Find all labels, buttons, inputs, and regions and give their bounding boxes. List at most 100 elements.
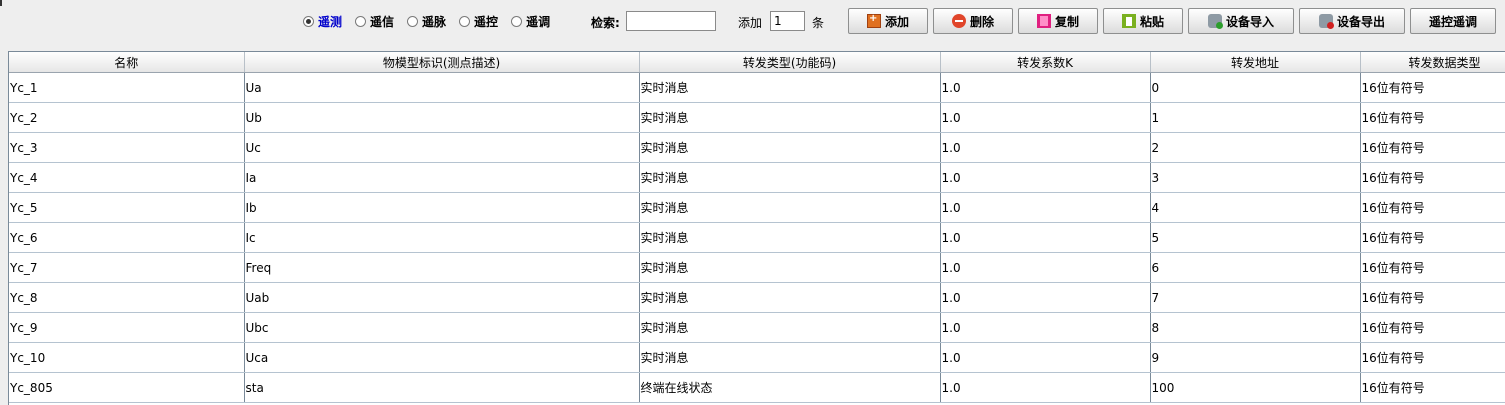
cell-name[interactable]: Yc_805 <box>9 372 245 403</box>
cell-forward-address[interactable]: 2 <box>1150 132 1361 163</box>
cell-forward-coef[interactable]: 1.0 <box>940 252 1151 283</box>
cell-name[interactable]: Yc_7 <box>9 252 245 283</box>
cell-forward-coef[interactable]: 1.0 <box>940 342 1151 373</box>
cell-forward-data-type[interactable]: 16位有符号 <box>1360 252 1505 283</box>
cell-forward-address[interactable]: 9 <box>1150 342 1361 373</box>
cell-forward-coef[interactable]: 1.0 <box>940 372 1151 403</box>
cell-forward-address[interactable]: 100 <box>1150 372 1361 403</box>
cell-forward-type[interactable]: 实时消息 <box>639 342 941 373</box>
cell-forward-data-type[interactable]: 16位有符号 <box>1360 132 1505 163</box>
cell-model-id[interactable]: Ib <box>244 192 640 223</box>
cell-forward-type[interactable]: 实时消息 <box>639 72 941 103</box>
cell-model-id[interactable]: Freq <box>244 252 640 283</box>
radio-telesignal[interactable]: 遥信 <box>355 13 394 30</box>
cell-forward-data-type[interactable]: 16位有符号 <box>1360 72 1505 103</box>
table-row[interactable]: Yc_8 Uab 实时消息 1.0 7 16位有符号 <box>9 282 1505 313</box>
cell-forward-address[interactable]: 5 <box>1150 222 1361 253</box>
column-header-model-id[interactable]: 物模型标识(测点描述) <box>244 52 640 73</box>
cell-forward-coef[interactable]: 1.0 <box>940 192 1151 223</box>
table-row[interactable]: Yc_6 Ic 实时消息 1.0 5 16位有符号 <box>9 222 1505 253</box>
column-header-forward-data-type[interactable]: 转发数据类型 <box>1360 52 1505 73</box>
copy-button[interactable]: 复制 <box>1018 8 1098 34</box>
table-row[interactable]: Yc_10 Uca 实时消息 1.0 9 16位有符号 <box>9 342 1505 373</box>
search-label: 检索: <box>591 16 620 30</box>
table-row[interactable]: Yc_1 Ua 实时消息 1.0 0 16位有符号 <box>9 72 1505 103</box>
table-row[interactable]: Yc_2 Ub 实时消息 1.0 1 16位有符号 <box>9 102 1505 133</box>
cell-forward-address[interactable]: 0 <box>1150 72 1361 103</box>
paste-button[interactable]: 粘贴 <box>1103 8 1183 34</box>
cell-forward-data-type[interactable]: 16位有符号 <box>1360 312 1505 343</box>
cell-name[interactable]: Yc_9 <box>9 312 245 343</box>
cell-forward-data-type[interactable]: 16位有符号 <box>1360 162 1505 193</box>
cell-forward-type[interactable]: 终端在线状态 <box>639 372 941 403</box>
device-import-button[interactable]: 设备导入 <box>1188 8 1294 34</box>
cell-name[interactable]: Yc_10 <box>9 342 245 373</box>
cell-forward-coef[interactable]: 1.0 <box>940 132 1151 163</box>
cell-name[interactable]: Yc_4 <box>9 162 245 193</box>
column-header-forward-address[interactable]: 转发地址 <box>1150 52 1361 73</box>
cell-name[interactable]: Yc_1 <box>9 72 245 103</box>
device-export-button[interactable]: 设备导出 <box>1299 8 1405 34</box>
cell-forward-type[interactable]: 实时消息 <box>639 132 941 163</box>
cell-forward-type[interactable]: 实时消息 <box>639 192 941 223</box>
cell-model-id[interactable]: Ubc <box>244 312 640 343</box>
cell-forward-type[interactable]: 实时消息 <box>639 252 941 283</box>
search-input[interactable] <box>626 11 716 31</box>
cell-forward-address[interactable]: 7 <box>1150 282 1361 313</box>
cell-forward-data-type[interactable]: 16位有符号 <box>1360 342 1505 373</box>
cell-forward-data-type[interactable]: 16位有符号 <box>1360 282 1505 313</box>
cell-forward-data-type[interactable]: 16位有符号 <box>1360 192 1505 223</box>
toolbar: 遥测 遥信 遥脉 遥控 遥调 检索: 添加 条 添加 删除 复制 <box>0 0 1505 44</box>
cell-forward-coef[interactable]: 1.0 <box>940 162 1151 193</box>
cell-model-id[interactable]: Ub <box>244 102 640 133</box>
table-row[interactable]: Yc_4 Ia 实时消息 1.0 3 16位有符号 <box>9 162 1505 193</box>
cell-model-id[interactable]: sta <box>244 372 640 403</box>
cell-model-id[interactable]: Ic <box>244 222 640 253</box>
cell-forward-coef[interactable]: 1.0 <box>940 312 1151 343</box>
cell-forward-type[interactable]: 实时消息 <box>639 102 941 133</box>
table-row[interactable]: Yc_9 Ubc 实时消息 1.0 8 16位有符号 <box>9 312 1505 343</box>
column-header-forward-type[interactable]: 转发类型(功能码) <box>639 52 941 73</box>
cell-model-id[interactable]: Ua <box>244 72 640 103</box>
cell-forward-coef[interactable]: 1.0 <box>940 222 1151 253</box>
cell-forward-coef[interactable]: 1.0 <box>940 282 1151 313</box>
table-row[interactable]: Yc_3 Uc 实时消息 1.0 2 16位有符号 <box>9 132 1505 163</box>
cell-forward-data-type[interactable]: 16位有符号 <box>1360 102 1505 133</box>
cell-model-id[interactable]: Uc <box>244 132 640 163</box>
cell-name[interactable]: Yc_6 <box>9 222 245 253</box>
cell-forward-type[interactable]: 实时消息 <box>639 222 941 253</box>
cell-forward-coef[interactable]: 1.0 <box>940 102 1151 133</box>
column-header-name[interactable]: 名称 <box>9 52 245 73</box>
cell-name[interactable]: Yc_3 <box>9 132 245 163</box>
cell-forward-type[interactable]: 实时消息 <box>639 162 941 193</box>
table-header-row: 名称 物模型标识(测点描述) 转发类型(功能码) 转发系数K 转发地址 转发数据类型 <box>9 52 1505 73</box>
cell-forward-data-type[interactable]: 16位有符号 <box>1360 372 1505 403</box>
cell-forward-data-type[interactable]: 16位有符号 <box>1360 222 1505 253</box>
radio-telepulse[interactable]: 遥脉 <box>407 13 446 30</box>
delete-button[interactable]: 删除 <box>933 8 1013 34</box>
cell-name[interactable]: Yc_5 <box>9 192 245 223</box>
cell-forward-address[interactable]: 1 <box>1150 102 1361 133</box>
radio-telecontrol[interactable]: 遥控 <box>459 13 498 30</box>
add-count-input[interactable] <box>770 11 805 31</box>
column-header-forward-coef[interactable]: 转发系数K <box>940 52 1151 73</box>
cell-model-id[interactable]: Ia <box>244 162 640 193</box>
cell-forward-address[interactable]: 8 <box>1150 312 1361 343</box>
cell-forward-address[interactable]: 6 <box>1150 252 1361 283</box>
cell-forward-type[interactable]: 实时消息 <box>639 312 941 343</box>
cell-model-id[interactable]: Uab <box>244 282 640 313</box>
cell-name[interactable]: Yc_8 <box>9 282 245 313</box>
table-row[interactable]: Yc_805 sta 终端在线状态 1.0 100 16位有符号 <box>9 372 1505 403</box>
cell-forward-address[interactable]: 4 <box>1150 192 1361 223</box>
radio-teleadjust[interactable]: 遥调 <box>511 13 550 30</box>
table-row[interactable]: Yc_5 Ib 实时消息 1.0 4 16位有符号 <box>9 192 1505 223</box>
table-row[interactable]: Yc_7 Freq 实时消息 1.0 6 16位有符号 <box>9 252 1505 283</box>
cell-forward-address[interactable]: 3 <box>1150 162 1361 193</box>
cell-model-id[interactable]: Uca <box>244 342 640 373</box>
cell-forward-coef[interactable]: 1.0 <box>940 72 1151 103</box>
cell-forward-type[interactable]: 实时消息 <box>639 282 941 313</box>
radio-telemetry[interactable]: 遥测 <box>303 13 342 30</box>
remote-control-adjust-button[interactable]: 遥控遥调 <box>1410 8 1496 34</box>
add-button[interactable]: 添加 <box>848 8 928 34</box>
cell-name[interactable]: Yc_2 <box>9 102 245 133</box>
